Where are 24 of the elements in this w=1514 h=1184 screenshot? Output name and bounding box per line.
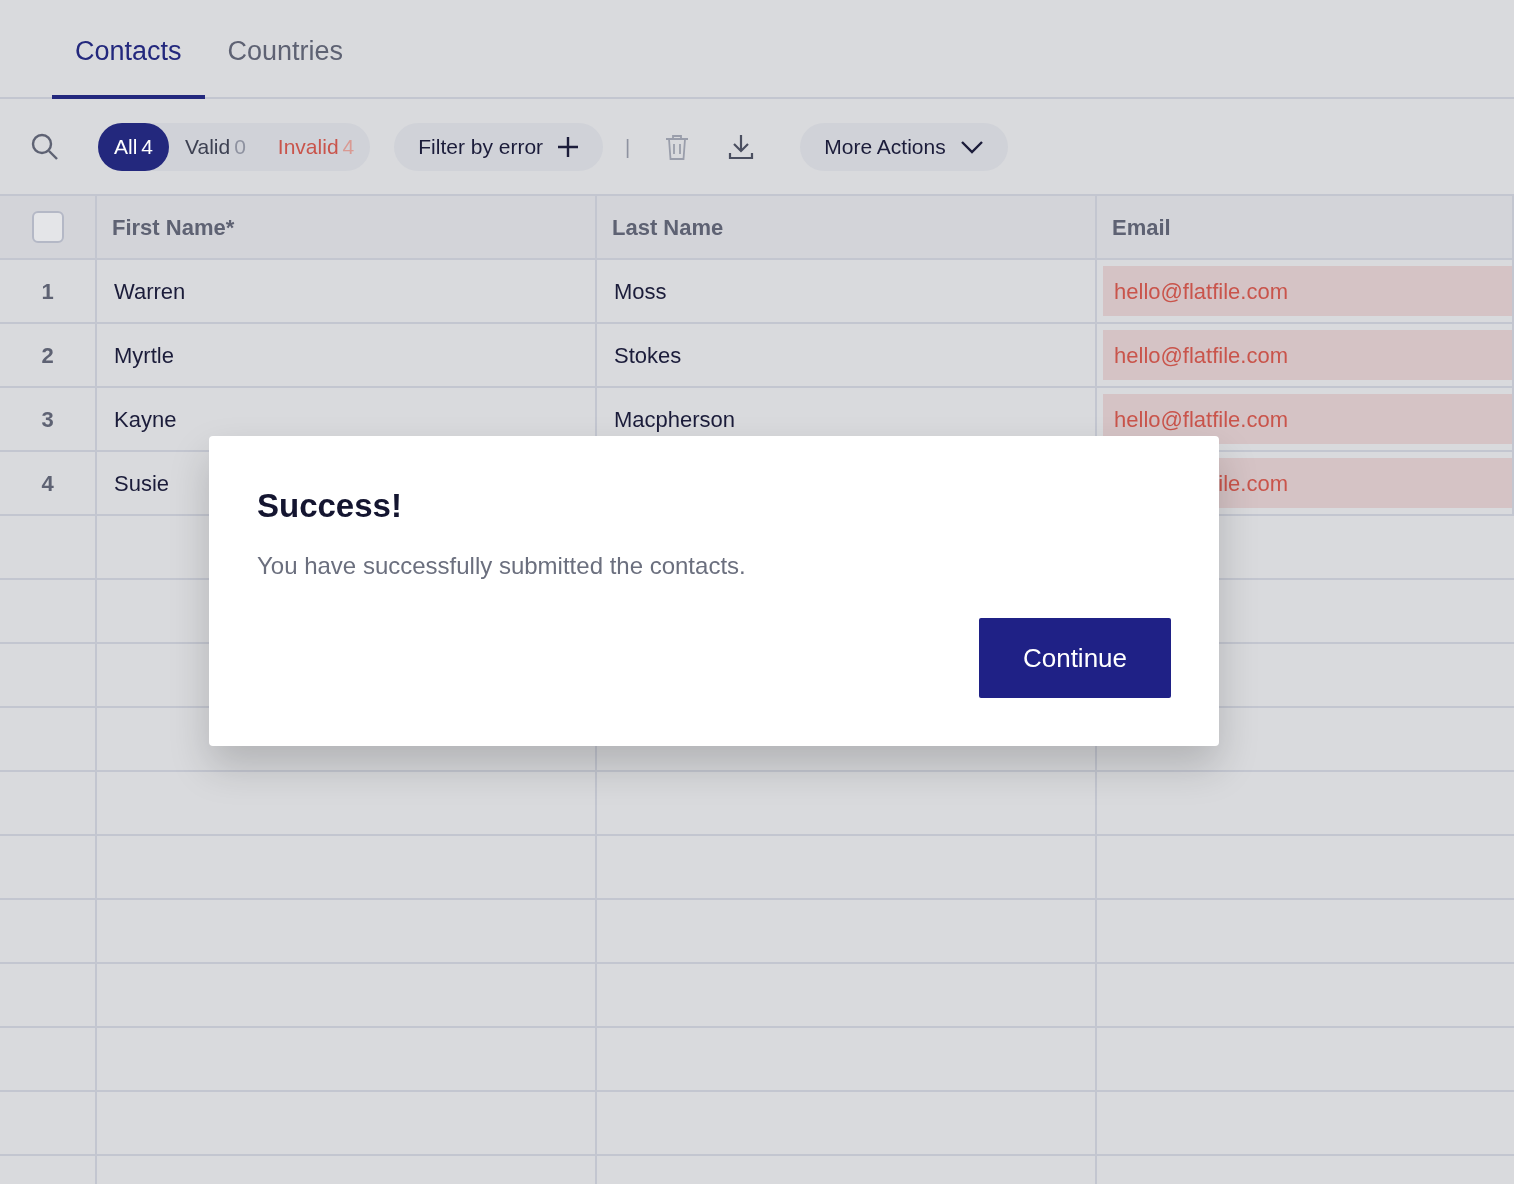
filter-tab[interactable]: All 4 [98, 122, 170, 171]
checkbox[interactable] [31, 211, 64, 243]
row-number: 4 [41, 469, 54, 498]
table-cell[interactable]: Moss [597, 260, 1097, 324]
row-number: 1 [41, 277, 54, 306]
row-number: 2 [41, 341, 54, 370]
chevron-down-icon [959, 139, 984, 154]
column-header: First Name* [112, 213, 235, 242]
toolbar-separator: | [625, 134, 631, 160]
column-header: Email [1112, 213, 1171, 242]
tab[interactable]: Countries [204, 30, 367, 99]
filter-tab[interactable]: Valid 0 [169, 122, 262, 171]
row-number: 3 [41, 405, 54, 434]
continue-button[interactable]: Continue [979, 618, 1171, 698]
column-header: Last Name [612, 213, 724, 242]
plus-icon [557, 135, 580, 158]
table-cell[interactable]: Warren [97, 260, 597, 324]
more-actions-button[interactable]: More Actions [800, 122, 1008, 171]
table-cell[interactable]: Stokes [597, 324, 1097, 388]
dialog-message: You have successfully submitted the contacts. [257, 550, 747, 581]
filter-by-error-button[interactable]: Filter by error [394, 122, 604, 171]
dialog-title: Success! [257, 486, 403, 526]
table-cell[interactable]: Myrtle [97, 324, 597, 388]
tab[interactable]: Contacts [52, 30, 205, 99]
